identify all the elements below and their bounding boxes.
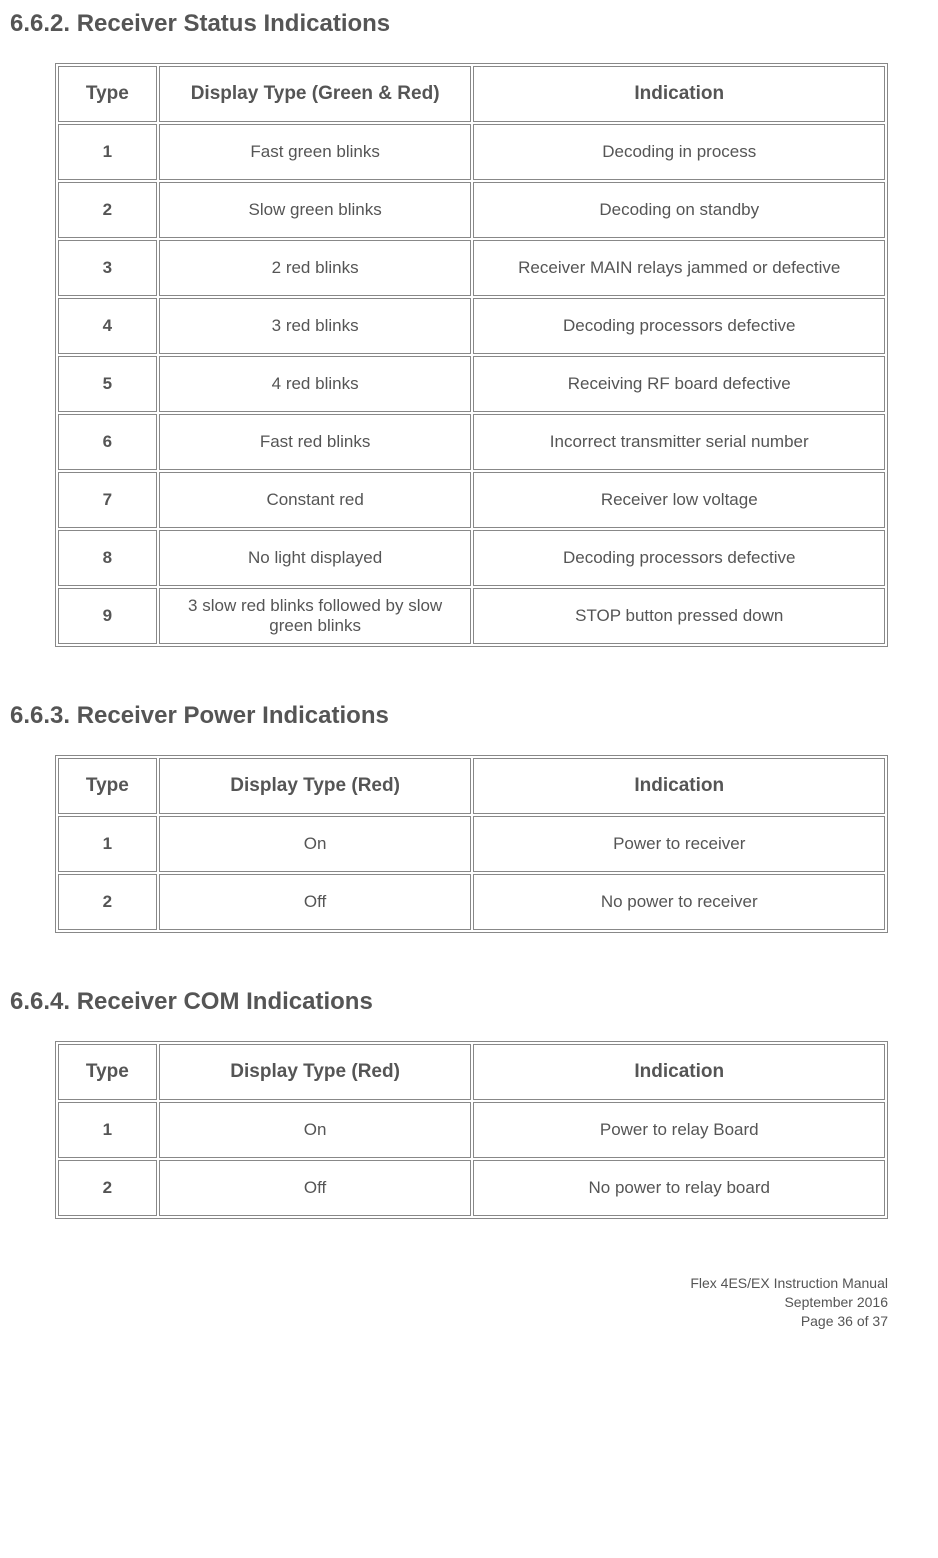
col-header-display: Display Type (Green & Red) — [159, 66, 472, 122]
col-header-indication: Indication — [473, 1044, 885, 1100]
cell-display: Off — [159, 874, 472, 930]
cell-indication: No power to receiver — [473, 874, 885, 930]
cell-display: No light displayed — [159, 530, 472, 586]
cell-display: 2 red blinks — [159, 240, 472, 296]
cell-type: 7 — [58, 472, 157, 528]
cell-indication: Power to relay Board — [473, 1102, 885, 1158]
page-footer: Flex 4ES/EX Instruction Manual September… — [10, 1274, 888, 1331]
col-header-display: Display Type (Red) — [159, 758, 472, 814]
cell-type: 3 — [58, 240, 157, 296]
cell-indication: Decoding in process — [473, 124, 885, 180]
table-row: 2OffNo power to receiver — [58, 874, 885, 930]
cell-indication: Decoding processors defective — [473, 298, 885, 354]
cell-type: 5 — [58, 356, 157, 412]
cell-display: 3 slow red blinks followed by slow green… — [159, 588, 472, 644]
cell-indication: No power to relay board — [473, 1160, 885, 1216]
table-row: 2OffNo power to relay board — [58, 1160, 885, 1216]
section-heading: 6.6.2. Receiver Status Indications — [10, 10, 888, 38]
cell-indication: Incorrect transmitter serial number — [473, 414, 885, 470]
table-row: 1OnPower to relay Board — [58, 1102, 885, 1158]
cell-indication: Decoding processors defective — [473, 530, 885, 586]
footer-line: September 2016 — [10, 1293, 888, 1312]
cell-indication: STOP button pressed down — [473, 588, 885, 644]
cell-display: Off — [159, 1160, 472, 1216]
col-header-type: Type — [58, 758, 157, 814]
cell-display: 4 red blinks — [159, 356, 472, 412]
table-row: 7Constant redReceiver low voltage — [58, 472, 885, 528]
footer-line: Flex 4ES/EX Instruction Manual — [10, 1274, 888, 1293]
cell-type: 1 — [58, 816, 157, 872]
cell-indication: Receiver MAIN relays jammed or defective — [473, 240, 885, 296]
cell-indication: Decoding on standby — [473, 182, 885, 238]
table-row: 6Fast red blinksIncorrect transmitter se… — [58, 414, 885, 470]
col-header-display: Display Type (Red) — [159, 1044, 472, 1100]
section-heading: 6.6.3. Receiver Power Indications — [10, 702, 888, 730]
table-row: 43 red blinksDecoding processors defecti… — [58, 298, 885, 354]
table-header-row: Type Display Type (Green & Red) Indicati… — [58, 66, 885, 122]
table-row: 1Fast green blinksDecoding in process — [58, 124, 885, 180]
cell-display: On — [159, 1102, 472, 1158]
table-header-row: Type Display Type (Red) Indication — [58, 1044, 885, 1100]
cell-type: 4 — [58, 298, 157, 354]
power-table: Type Display Type (Red) Indication 1OnPo… — [55, 755, 888, 933]
cell-display: Slow green blinks — [159, 182, 472, 238]
cell-type: 1 — [58, 124, 157, 180]
table-row: 8No light displayedDecoding processors d… — [58, 530, 885, 586]
cell-type: 2 — [58, 1160, 157, 1216]
col-header-type: Type — [58, 1044, 157, 1100]
cell-display: On — [159, 816, 472, 872]
section-heading: 6.6.4. Receiver COM Indications — [10, 988, 888, 1016]
col-header-indication: Indication — [473, 758, 885, 814]
section-power-indications: 6.6.3. Receiver Power Indications Type D… — [10, 702, 888, 933]
table-row: 93 slow red blinks followed by slow gree… — [58, 588, 885, 644]
section-status-indications: 6.6.2. Receiver Status Indications Type … — [10, 10, 888, 647]
cell-type: 9 — [58, 588, 157, 644]
table-row: 1OnPower to receiver — [58, 816, 885, 872]
cell-type: 8 — [58, 530, 157, 586]
cell-type: 1 — [58, 1102, 157, 1158]
cell-display: 3 red blinks — [159, 298, 472, 354]
cell-display: Fast red blinks — [159, 414, 472, 470]
com-table: Type Display Type (Red) Indication 1OnPo… — [55, 1041, 888, 1219]
table-row: 54 red blinksReceiving RF board defectiv… — [58, 356, 885, 412]
cell-display: Fast green blinks — [159, 124, 472, 180]
cell-indication: Power to receiver — [473, 816, 885, 872]
col-header-type: Type — [58, 66, 157, 122]
footer-line: Page 36 of 37 — [10, 1312, 888, 1331]
section-com-indications: 6.6.4. Receiver COM Indications Type Dis… — [10, 988, 888, 1219]
col-header-indication: Indication — [473, 66, 885, 122]
status-table: Type Display Type (Green & Red) Indicati… — [55, 63, 888, 647]
table-header-row: Type Display Type (Red) Indication — [58, 758, 885, 814]
cell-display: Constant red — [159, 472, 472, 528]
cell-indication: Receiver low voltage — [473, 472, 885, 528]
cell-indication: Receiving RF board defective — [473, 356, 885, 412]
cell-type: 6 — [58, 414, 157, 470]
cell-type: 2 — [58, 182, 157, 238]
table-row: 32 red blinksReceiver MAIN relays jammed… — [58, 240, 885, 296]
cell-type: 2 — [58, 874, 157, 930]
table-row: 2Slow green blinksDecoding on standby — [58, 182, 885, 238]
